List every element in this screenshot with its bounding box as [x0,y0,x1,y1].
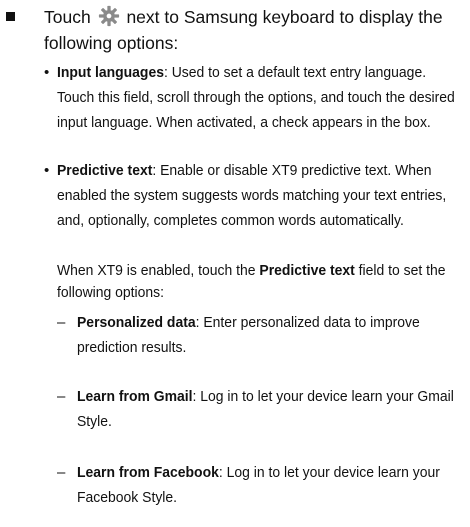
option-body: Input languages: Used to set a default t… [57,60,457,135]
dash-bullet-icon: – [57,314,66,331]
xt9-note: When XT9 is enabled, touch the Predictiv… [57,260,462,304]
intro-text: Touch next to Samsung keyboard to displa… [44,4,454,56]
sub-option-learn-from-facebook: – Learn from Facebook: Log in to let you… [57,460,462,510]
intro-prefix: Touch [44,7,91,27]
sub-option-term: Personalized data [77,314,196,331]
note-prefix: When XT9 is enabled, touch the [57,262,260,279]
sub-option-body: Learn from Gmail: Log in to let your dev… [77,384,460,434]
square-bullet-icon [6,12,15,21]
intro-suffix-line1: next to Samsung keyboard to display the [126,7,443,27]
note-term: Predictive text [259,262,355,279]
dash-bullet-icon: – [57,464,66,481]
intro-suffix-line2: following options: [44,33,179,53]
sub-option-term: Learn from Gmail [77,388,193,405]
sub-option-body: Learn from Facebook: Log in to let your … [77,460,460,510]
option-body: Predictive text: Enable or disable XT9 p… [57,158,457,233]
dot-bullet-icon: • [44,162,50,179]
gear-icon [98,5,119,27]
sub-option-term: Learn from Facebook [77,464,219,481]
option-term: Input languages [57,64,164,81]
option-term: Predictive text [57,162,153,179]
dash-bullet-icon: – [57,388,66,405]
note-body: When XT9 is enabled, touch the Predictiv… [57,260,455,304]
option-input-languages: • Input languages: Used to set a default… [44,60,457,135]
dot-bullet-icon: • [44,64,50,81]
option-predictive-text: • Predictive text: Enable or disable XT9… [44,158,454,233]
sub-option-body: Personalized data: Enter personalized da… [77,310,460,360]
manual-page: Touch next to Samsung keyboard to displa… [0,0,470,527]
sub-option-learn-from-gmail: – Learn from Gmail: Log in to let your d… [57,384,462,434]
sub-option-personalized-data: – Personalized data: Enter personalized … [57,310,462,360]
